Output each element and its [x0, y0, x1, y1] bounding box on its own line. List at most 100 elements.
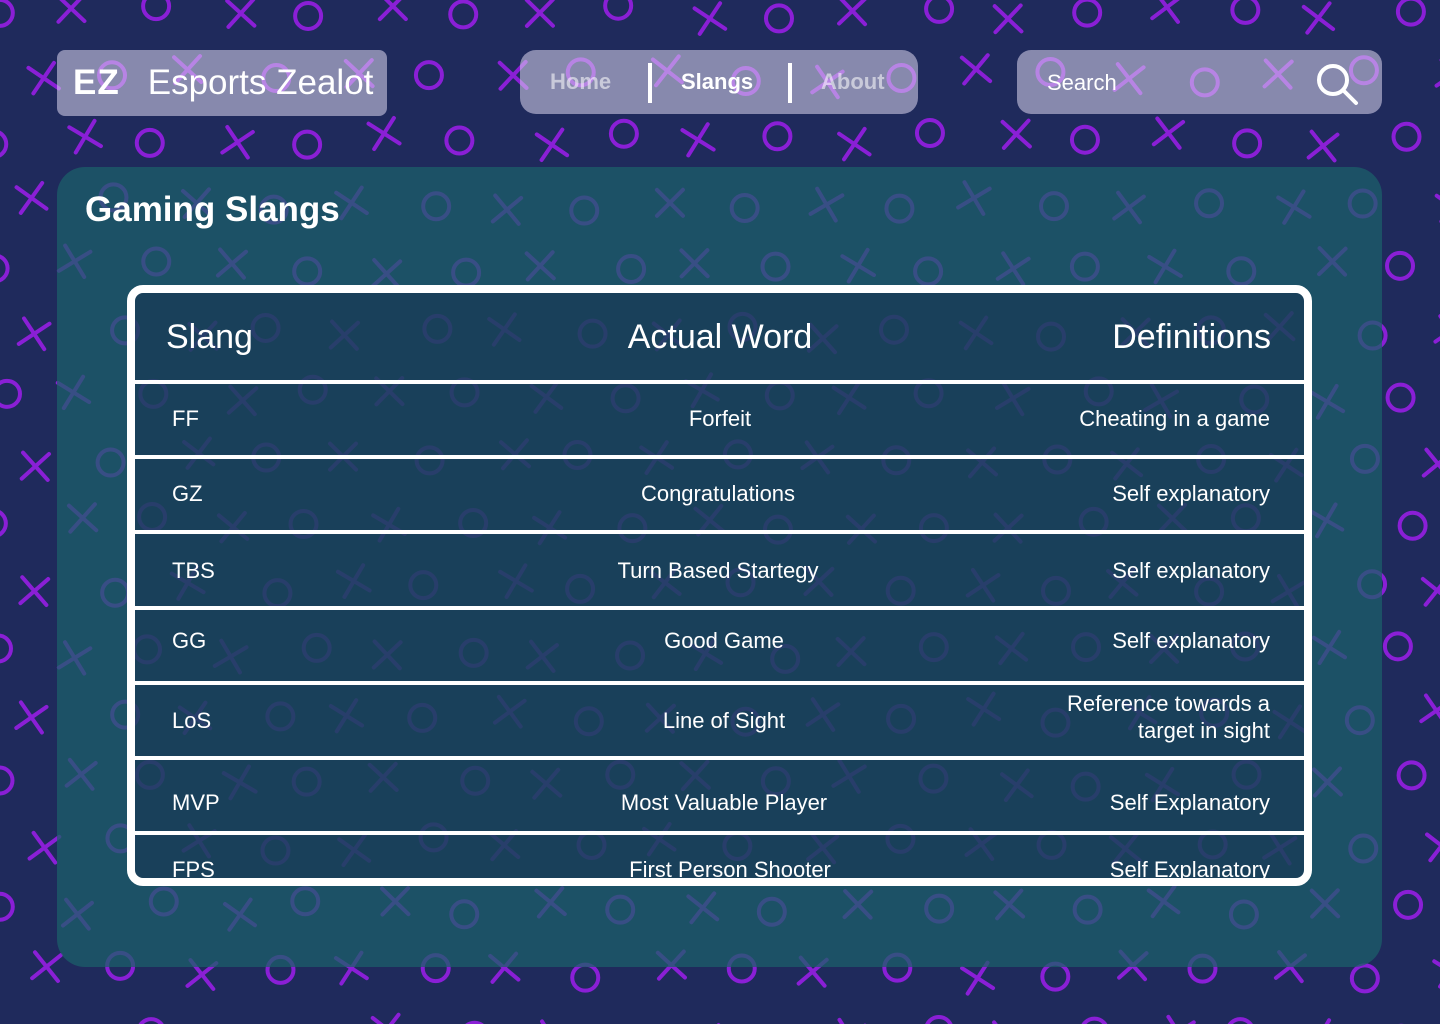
pattern-circle — [0, 891, 15, 922]
pattern-circle — [0, 633, 13, 664]
cell-slang: LoS — [172, 708, 212, 733]
brand-logo[interactable]: EZ Esports Zealot — [57, 50, 387, 116]
main-nav: Home Slangs About — [520, 50, 918, 114]
brand-name: Esports Zealot — [147, 63, 374, 102]
pattern-circle — [925, 1015, 953, 1024]
cell-definition: target in sight — [1137, 718, 1270, 743]
pattern-circle — [138, 1017, 164, 1024]
pattern-cross — [959, 53, 993, 86]
pattern-cross — [1421, 447, 1440, 481]
cell-actual-word: Good Game — [664, 628, 784, 653]
pattern-cross — [960, 960, 996, 996]
cell-definition: Self explanatory — [1112, 481, 1270, 506]
cell-actual-word: Most Valuable Player — [620, 790, 828, 815]
cell-slang: TBS — [172, 558, 215, 583]
column-header-definitions: Definitions — [1112, 318, 1271, 356]
cell-slang: FF — [172, 406, 199, 431]
pattern-circle — [1232, 128, 1263, 159]
cell-slang: GG — [172, 628, 207, 653]
pattern-circle — [1385, 382, 1416, 413]
pattern-cross — [524, 0, 555, 28]
table-row: TBS Turn Based Startegy Self explanatory — [135, 534, 1304, 606]
pattern-cross — [370, 1012, 404, 1024]
pattern-cross — [1425, 829, 1440, 863]
pattern-cross — [1434, 58, 1440, 93]
pattern-circle — [0, 130, 9, 158]
table-row: GZ Congratulations Self explanatory — [135, 459, 1304, 530]
pattern-cross — [377, 0, 408, 22]
pattern-circle — [924, 0, 955, 24]
page-title: Gaming Slangs — [85, 190, 340, 229]
table-row: FF Forfeit Cheating in a game — [135, 384, 1304, 455]
cell-actual-word: Line of Sight — [662, 708, 786, 733]
pattern-circle — [570, 962, 601, 993]
search-input[interactable] — [1045, 64, 1309, 102]
pattern-circle — [1397, 510, 1428, 541]
cell-actual-word: First Person Shooter — [629, 857, 831, 882]
cell-actual-word: Turn Based Startegy — [617, 558, 819, 583]
pattern-cross — [14, 700, 49, 735]
slang-table[interactable]: Slang Actual Word Definitions FF Forfeit… — [127, 285, 1312, 886]
cell-actual-word: Congratulations — [640, 481, 796, 506]
search-icon[interactable] — [1315, 62, 1359, 106]
pattern-cross — [55, 0, 87, 24]
pattern-cross — [1150, 0, 1184, 24]
pattern-circle — [1395, 0, 1426, 27]
pattern-cross — [1000, 118, 1032, 150]
pattern-circle — [293, 0, 324, 31]
cell-definition: Self explanatory — [1112, 628, 1270, 653]
cell-definition: Reference towards a — [1067, 691, 1270, 716]
pattern-cross — [534, 127, 570, 162]
pattern-cross — [26, 60, 61, 96]
nav-item-about[interactable]: About — [821, 50, 885, 114]
cell-slang: MVP — [172, 790, 220, 815]
pattern-cross — [1301, 1018, 1338, 1024]
pattern-cross — [1419, 693, 1440, 728]
pattern-cross — [1432, 953, 1440, 989]
cell-definition: Self explanatory — [1112, 558, 1270, 583]
nav-item-slangs[interactable]: Slangs — [681, 50, 753, 114]
table-row: MVP Most Valuable Player Self Explanator… — [135, 760, 1304, 831]
nav-separator — [648, 63, 652, 103]
pattern-circle — [1382, 631, 1413, 662]
cell-slang: FPS — [172, 857, 215, 882]
nav-separator — [788, 63, 792, 103]
pattern-cross — [30, 950, 63, 983]
pattern-circle — [762, 121, 793, 152]
pattern-circle — [0, 765, 15, 796]
pattern-circle — [292, 129, 323, 160]
pattern-circle — [444, 125, 475, 156]
table-row: FPS First Person Shooter Self Explanator… — [135, 835, 1304, 882]
cell-definition: Cheating in a game — [1079, 406, 1270, 431]
pattern-circle — [134, 127, 165, 158]
pattern-cross — [1160, 1014, 1196, 1024]
pattern-cross — [16, 316, 52, 352]
pattern-circle — [413, 60, 444, 91]
cell-slang: GZ — [172, 481, 203, 506]
cell-actual-word: Forfeit — [688, 406, 752, 431]
pattern-cross — [680, 122, 716, 158]
pattern-cross — [225, 0, 257, 29]
cell-definition: Self Explanatory — [1109, 790, 1270, 815]
column-header-slang: Slang — [166, 318, 253, 356]
pattern-circle — [141, 0, 172, 22]
pattern-cross — [366, 116, 402, 152]
pattern-cross — [1301, 1, 1336, 35]
pattern-cross — [67, 118, 103, 155]
pattern-circle — [0, 510, 8, 537]
pattern-cross — [18, 575, 51, 607]
pattern-circle — [1385, 250, 1416, 281]
pattern-cross — [1151, 116, 1186, 150]
column-header-actual-word: Actual Word — [627, 318, 813, 356]
pattern-cross — [831, 1017, 867, 1024]
nav-item-home[interactable]: Home — [550, 50, 611, 114]
pattern-circle — [603, 0, 634, 21]
pattern-circle — [763, 3, 794, 34]
pattern-circle — [1069, 124, 1100, 155]
pattern-circle — [1393, 889, 1424, 920]
cell-definition: Self Explanatory — [1109, 857, 1270, 882]
pattern-circle — [0, 254, 10, 283]
pattern-cross — [1420, 574, 1440, 607]
pattern-circle — [1072, 0, 1103, 28]
pattern-circle — [0, 0, 15, 28]
